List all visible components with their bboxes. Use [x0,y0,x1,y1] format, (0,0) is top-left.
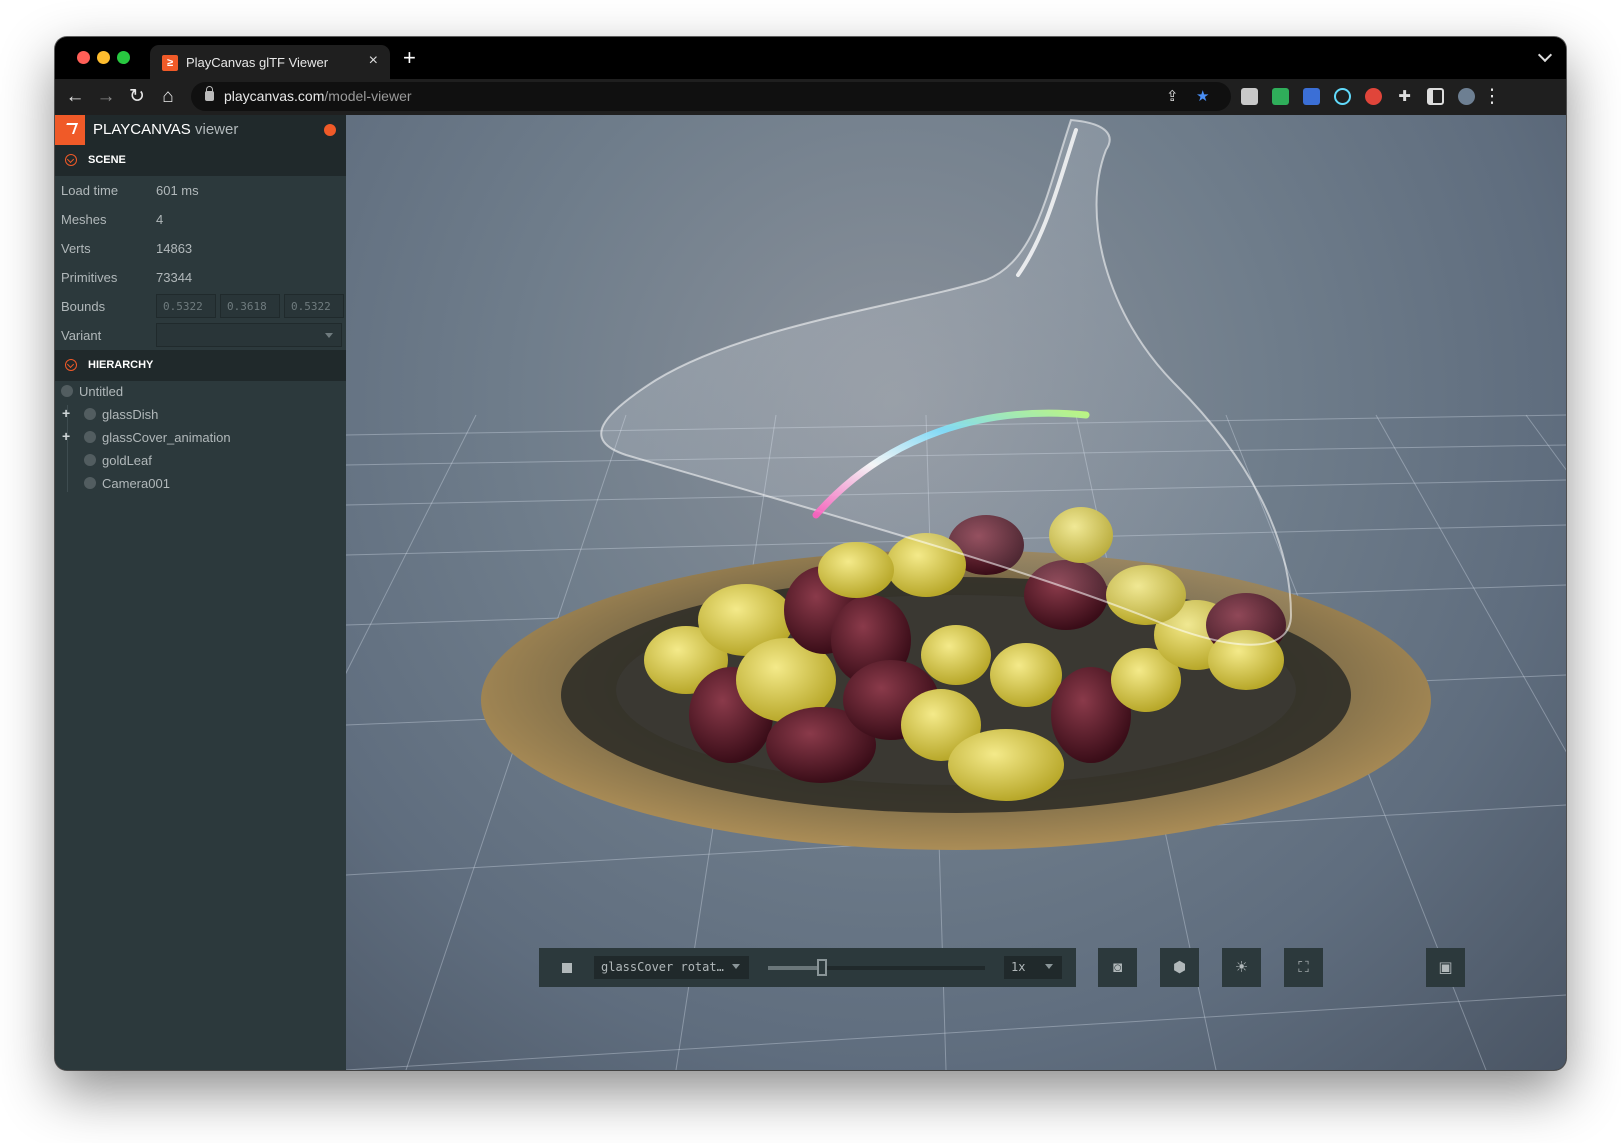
3d-viewport[interactable]: glassCover rotat… 1x ◙ ⬢ ☀ ⛶ ▣ [346,115,1566,1070]
stat-label: Load time [61,183,119,198]
stat-row-load-time: Load time 601 ms [55,176,346,205]
stat-label: Verts [61,241,91,256]
hierarchy-section-header[interactable]: HIERARCHY [55,350,346,381]
tree-item-label: Camera001 [102,476,170,491]
stat-row-variant: Variant [55,321,346,350]
playcanvas-logo-icon [55,115,85,145]
screenshot-icon[interactable]: ▣ [1426,948,1465,987]
camera-icon[interactable]: ◙ [1098,948,1137,987]
new-tab-button[interactable]: + [403,47,416,69]
stat-label: Variant [61,328,102,343]
address-bar[interactable]: playcanvas.com/model-viewer ⇪ ★ [191,82,1231,111]
viewer-app: PLAYCANVAS viewer SCENE Load time 601 ms… [55,115,1566,1070]
side-panel-icon[interactable] [1427,88,1444,105]
tab-search-chevron-icon[interactable] [1537,47,1553,63]
variant-select[interactable] [156,323,342,347]
tab-close-icon[interactable]: × [369,52,378,70]
tree-item-label: goldLeaf [102,453,152,468]
animation-scrubber[interactable] [768,959,985,976]
node-dot-icon [84,408,96,420]
extensions-puzzle-icon[interactable]: ✚ [1396,88,1413,105]
side-panel: PLAYCANVAS viewer SCENE Load time 601 ms… [55,115,346,1070]
hierarchy-header-label: HIERARCHY [88,359,154,371]
cube-icon[interactable]: ⬢ [1160,948,1199,987]
tab-title: PlayCanvas glTF Viewer [186,55,329,70]
url-host: playcanvas.com [224,88,325,104]
scrubber-handle[interactable] [817,959,828,976]
stat-row-bounds: Bounds 0.5322 0.3618 0.5322 [55,292,346,321]
panel-header: PLAYCANVAS viewer [55,115,346,145]
minimize-window-button[interactable] [97,51,110,64]
stop-icon[interactable] [562,963,572,973]
bounds-z-field: 0.5322 [284,294,344,318]
tree-item-label: glassDish [102,407,159,422]
browser-menu-icon[interactable]: ⋮ [1480,85,1504,109]
stat-value: 73344 [156,270,193,285]
brand-name: PLAYCANVAS [93,121,191,138]
browser-window: ≥ PlayCanvas glTF Viewer × + ← → ↻ ⌂ pla… [55,37,1566,1070]
node-dot-icon [84,477,96,489]
expand-plus-icon[interactable]: + [62,405,70,421]
stat-value: 601 ms [156,183,199,198]
react-devtools-icon[interactable] [1334,88,1351,105]
fullscreen-icon[interactable]: ⛶ [1284,948,1323,987]
extension-5-icon[interactable] [1365,88,1382,105]
brand-sub: viewer [195,121,239,138]
scene-header-label: SCENE [88,154,126,166]
animation-controls: glassCover rotat… 1x [539,948,1076,987]
tab-strip: ≥ PlayCanvas glTF Viewer × + [55,37,1566,79]
zoom-window-button[interactable] [117,51,130,64]
collapse-chevron-icon [65,359,77,371]
profile-avatar[interactable] [1458,88,1475,105]
tree-item-label: glassCover_animation [102,430,231,445]
stat-value: 4 [156,212,164,227]
bookmark-star-icon[interactable]: ★ [1196,87,1209,105]
stat-value: 14863 [156,241,193,256]
stat-row-primitives: Primitives 73344 [55,263,346,292]
stat-label: Primitives [61,270,118,285]
close-window-button[interactable] [77,51,90,64]
node-dot-icon [84,454,96,466]
scene-section-header[interactable]: SCENE [55,145,346,176]
animation-track-select[interactable]: glassCover rotat… [594,956,749,979]
scrubber-fill [768,966,823,970]
extension-1-icon[interactable] [1241,88,1258,105]
browser-toolbar: ← → ↻ ⌂ playcanvas.com/model-viewer ⇪ ★ … [55,79,1566,115]
playcanvas-favicon-icon: ≥ [162,55,178,71]
speed-select[interactable]: 1x [1004,956,1062,979]
stat-label: Bounds [61,299,106,314]
lock-icon[interactable] [205,86,214,101]
node-dot-icon [84,431,96,443]
stat-row-verts: Verts 14863 [55,234,346,263]
home-button[interactable]: ⌂ [156,85,180,109]
extension-3-icon[interactable] [1303,88,1320,105]
panel-toggle-icon[interactable] [324,124,336,136]
stat-label: Meshes [61,212,107,227]
reload-button[interactable]: ↻ [125,85,149,109]
bounds-y-field: 0.3618 [220,294,280,318]
light-icon[interactable]: ☀ [1222,948,1261,987]
tree-item-label: Untitled [79,384,124,399]
stat-row-meshes: Meshes 4 [55,205,346,234]
app-title: PLAYCANVAS viewer [93,121,238,138]
extension-2-icon[interactable] [1272,88,1289,105]
back-button[interactable]: ← [63,85,87,109]
expand-plus-icon[interactable]: + [62,428,70,444]
url-path: /model-viewer [324,88,412,104]
node-dot-icon [61,385,73,397]
collapse-chevron-icon [65,154,77,166]
forward-button[interactable]: → [94,85,118,109]
tab-playcanvas-viewer[interactable]: ≥ PlayCanvas glTF Viewer × [150,45,390,79]
bounds-x-field: 0.5322 [156,294,216,318]
scene-render [346,118,1566,1070]
url-text[interactable]: playcanvas.com/model-viewer [224,88,412,104]
share-icon[interactable]: ⇪ [1166,87,1179,105]
